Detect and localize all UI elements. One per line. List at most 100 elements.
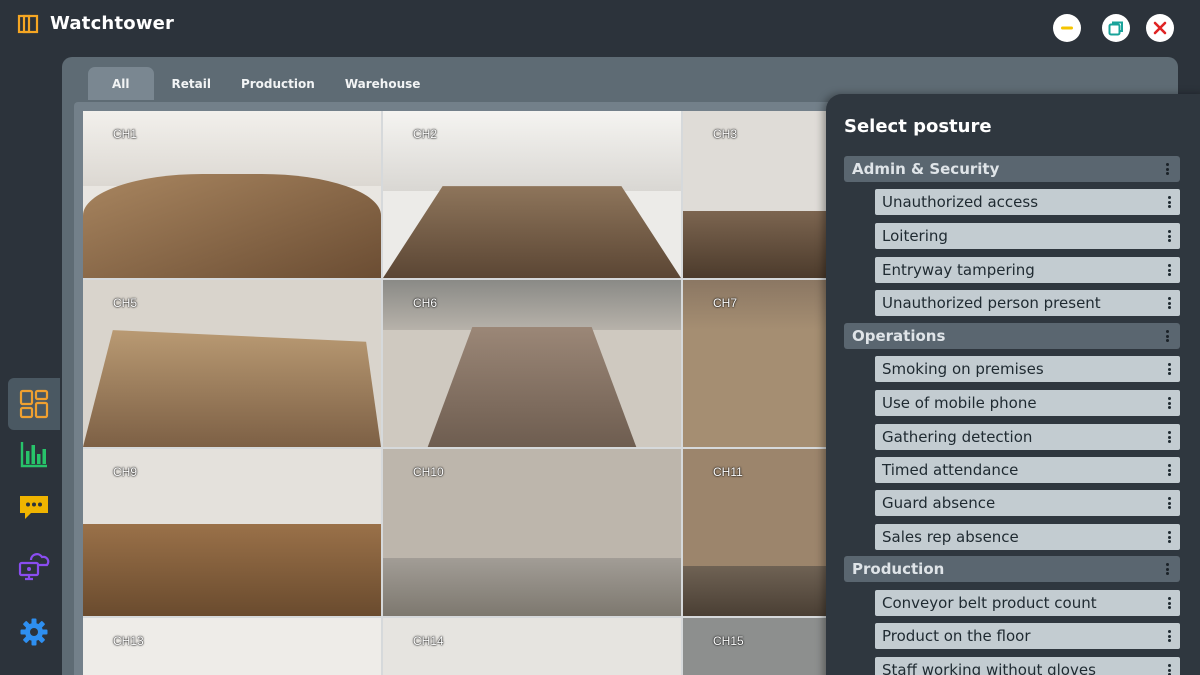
camera-tile-ch2[interactable]: CH2: [383, 111, 681, 278]
posture-item-label: Product on the floor: [882, 627, 1031, 645]
posture-item[interactable]: Timed attendance: [875, 457, 1180, 483]
posture-item-label: Use of mobile phone: [882, 394, 1037, 412]
camera-tile-ch6[interactable]: CH6: [383, 280, 681, 447]
rail-item-cloud-devices[interactable]: [8, 538, 60, 590]
camera-tile-ch10[interactable]: CH10: [383, 449, 681, 616]
camera-grid: CH1 CH2 CH3 CH5 CH6 CH7 CH9 CH10 CH11 CH…: [83, 111, 828, 675]
posture-item-label: Timed attendance: [882, 461, 1019, 479]
close-icon: [1153, 21, 1167, 35]
camera-label: CH9: [113, 465, 138, 479]
watchtower-logo-icon: [17, 13, 39, 35]
posture-item[interactable]: Smoking on premises: [875, 356, 1180, 382]
rail-item-settings[interactable]: [8, 606, 60, 658]
camera-label: CH1: [113, 127, 138, 141]
posture-group-operations[interactable]: Operations: [844, 323, 1180, 349]
more-options-icon[interactable]: [1164, 662, 1174, 675]
camera-label: CH7: [713, 296, 738, 310]
more-options-icon[interactable]: [1164, 462, 1174, 478]
posture-item-label: Staff working without gloves: [882, 661, 1096, 675]
posture-item-label: Entryway tampering: [882, 261, 1035, 279]
posture-group-production[interactable]: Production: [844, 556, 1180, 582]
left-navigation-rail: [0, 52, 62, 675]
camera-tile-ch14[interactable]: CH14: [383, 618, 681, 675]
camera-label: CH3: [713, 127, 738, 141]
maximize-button[interactable]: [1102, 14, 1130, 42]
camera-group-tabs: All Retail Production Warehouse: [88, 64, 438, 104]
gear-icon: [20, 618, 48, 646]
grid-view-icon: [19, 389, 49, 419]
more-options-icon[interactable]: [1162, 328, 1172, 344]
rail-item-analytics[interactable]: [8, 428, 60, 480]
posture-item[interactable]: Use of mobile phone: [875, 390, 1180, 416]
camera-label: CH10: [413, 465, 444, 479]
posture-item-label: Unauthorized access: [882, 193, 1039, 211]
camera-label: CH15: [713, 634, 744, 648]
camera-tile-ch5[interactable]: CH5: [83, 280, 381, 447]
more-options-icon[interactable]: [1164, 295, 1174, 311]
posture-item[interactable]: Unauthorized person present: [875, 290, 1180, 316]
posture-item[interactable]: Gathering detection: [875, 424, 1180, 450]
more-options-icon[interactable]: [1162, 561, 1172, 577]
minimize-button[interactable]: [1053, 14, 1081, 42]
app-title: Watchtower: [50, 13, 175, 34]
camera-label: CH6: [413, 296, 438, 310]
more-options-icon[interactable]: [1164, 529, 1174, 545]
posture-group-label: Admin & Security: [852, 160, 1000, 178]
title-bar: Watchtower: [0, 0, 1200, 52]
camera-label: CH11: [713, 465, 743, 479]
posture-item-label: Gathering detection: [882, 428, 1033, 446]
camera-tile-ch3[interactable]: CH3: [683, 111, 828, 278]
camera-tile-ch1[interactable]: CH1: [83, 111, 381, 278]
more-options-icon[interactable]: [1164, 361, 1174, 377]
more-options-icon[interactable]: [1164, 228, 1174, 244]
more-options-icon[interactable]: [1164, 262, 1174, 278]
posture-item[interactable]: Product on the floor: [875, 623, 1180, 649]
posture-item[interactable]: Guard absence: [875, 490, 1180, 516]
camera-tile-ch11[interactable]: CH11: [683, 449, 828, 616]
rail-item-camera-grid[interactable]: [8, 378, 60, 430]
more-options-icon[interactable]: [1164, 194, 1174, 210]
posture-group-admin-security[interactable]: Admin & Security: [844, 156, 1180, 182]
more-options-icon[interactable]: [1164, 395, 1174, 411]
posture-item[interactable]: Unauthorized access: [875, 189, 1180, 215]
posture-item-label: Guard absence: [882, 494, 996, 512]
camera-label: CH5: [113, 296, 138, 310]
rail-item-messages[interactable]: [8, 482, 60, 534]
tab-all[interactable]: All: [88, 67, 154, 100]
tab-production[interactable]: Production: [229, 67, 327, 100]
posture-item-label: Sales rep absence: [882, 528, 1019, 546]
tab-warehouse[interactable]: Warehouse: [333, 67, 433, 100]
cloud-devices-icon: [18, 553, 50, 581]
tab-retail[interactable]: Retail: [160, 67, 223, 100]
camera-label: CH13: [113, 634, 144, 648]
chat-message-icon: [20, 496, 48, 519]
posture-item[interactable]: Conveyor belt product count: [875, 590, 1180, 616]
more-options-icon[interactable]: [1164, 595, 1174, 611]
close-button[interactable]: [1146, 14, 1174, 42]
camera-tile-ch15[interactable]: CH15: [683, 618, 828, 675]
posture-item[interactable]: Entryway tampering: [875, 257, 1180, 283]
camera-label: CH2: [413, 127, 438, 141]
posture-group-label: Production: [852, 560, 945, 578]
posture-item-label: Loitering: [882, 227, 948, 245]
posture-group-label: Operations: [852, 327, 946, 345]
posture-panel-title: Select posture: [844, 116, 992, 137]
posture-item-label: Conveyor belt product count: [882, 594, 1097, 612]
more-options-icon[interactable]: [1162, 161, 1172, 177]
more-options-icon[interactable]: [1164, 495, 1174, 511]
posture-item[interactable]: Sales rep absence: [875, 524, 1180, 550]
camera-tile-ch7[interactable]: CH7: [683, 280, 828, 447]
maximize-icon: [1108, 21, 1123, 36]
posture-item-label: Smoking on premises: [882, 360, 1044, 378]
camera-tile-ch9[interactable]: CH9: [83, 449, 381, 616]
camera-tile-ch13[interactable]: CH13: [83, 618, 381, 675]
minimize-icon: [1061, 26, 1073, 30]
more-options-icon[interactable]: [1164, 628, 1174, 644]
posture-item[interactable]: Loitering: [875, 223, 1180, 249]
posture-panel: Select posture Admin & Security Unauthor…: [826, 94, 1200, 675]
posture-item-label: Unauthorized person present: [882, 294, 1101, 312]
camera-label: CH14: [413, 634, 444, 648]
more-options-icon[interactable]: [1164, 429, 1174, 445]
posture-item[interactable]: Staff working without gloves: [875, 657, 1180, 675]
bar-chart-icon: [20, 442, 47, 468]
